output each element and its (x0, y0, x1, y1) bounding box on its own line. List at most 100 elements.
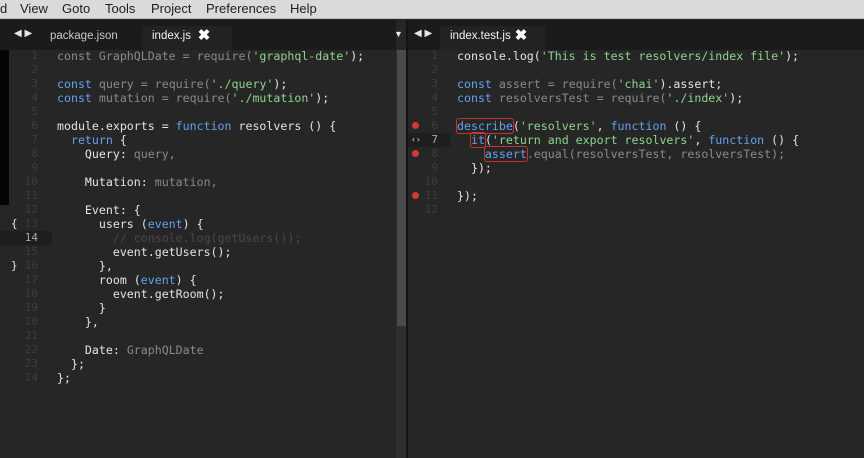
fold-icon[interactable]: ‹› (411, 133, 421, 147)
menu-item-project[interactable]: Project (151, 0, 191, 19)
line-number: 24 (24, 371, 38, 384)
menu-item-preferences[interactable]: Preferences (206, 0, 276, 19)
code-line[interactable]: describe('resolvers', function () { (456, 118, 702, 134)
tab-label: index.test.js (450, 30, 511, 42)
menu-item-view[interactable]: View (20, 0, 48, 19)
code-token: ); (315, 91, 330, 105)
tab-nav-arrows[interactable]: ◀ ▶ (14, 20, 32, 50)
code-line[interactable]: assert.equal(resolversTest, resolversTes… (457, 146, 786, 162)
code-token: GraphQLDate (126, 343, 204, 357)
code-token: .equal(resolversTest, resolversTest); (526, 147, 786, 161)
code-token: ( (484, 133, 492, 147)
code-token: const (57, 77, 92, 91)
fold-icon[interactable]: { (11, 217, 18, 231)
breakpoint-icon[interactable] (412, 150, 419, 157)
code-token: resolversTest = (491, 91, 611, 105)
code-line[interactable]: console.log('This is test resolvers/inde… (457, 50, 799, 63)
code-token: ( (512, 119, 520, 133)
code-line[interactable]: const query = require('./query'); (57, 77, 287, 91)
code-token: , (694, 133, 709, 147)
code-line[interactable]: return { (57, 133, 127, 147)
code-area[interactable]: const GraphQLDate = require('graphql-dat… (57, 50, 396, 458)
code-token: }); (457, 189, 478, 203)
code-token: ).assert; (659, 77, 723, 91)
code-line[interactable]: }, (57, 315, 99, 329)
code-line[interactable]: const assert = require('chai').assert; (457, 77, 722, 91)
code-line[interactable]: }; (57, 357, 85, 371)
code-token: Date: (57, 343, 127, 357)
code-line[interactable]: }, (57, 259, 113, 273)
code-line[interactable]: }); (457, 189, 478, 203)
code-token: { (112, 133, 127, 147)
line-number: 12 (24, 203, 38, 216)
code-area[interactable]: console.log('This is test resolvers/inde… (456, 50, 864, 458)
code-line[interactable]: Mutation: mutation, (57, 175, 218, 189)
menu-item-file[interactable]: d (0, 0, 7, 19)
menu-item-tools[interactable]: Tools (105, 0, 135, 19)
code-line[interactable]: Query: query, (57, 147, 176, 161)
code-token: ); (350, 50, 365, 63)
code-token: const (457, 77, 492, 91)
editor-pane-left[interactable]: 1 2 3 4 5 6 7 8 9 10 11 12 13 14 15 16 17 18 19 20 21 22 23 24 … (0, 50, 396, 458)
code-line[interactable]: const mutation = require('./mutation'); (57, 91, 329, 105)
menu-item-goto[interactable]: Goto (62, 0, 90, 19)
code-line[interactable]: room (event) { (57, 273, 197, 287)
code-token: './mutation' (231, 91, 316, 105)
line-number: 11 (24, 189, 38, 202)
code-line[interactable]: module.exports = function resolvers () { (57, 119, 336, 133)
code-line[interactable]: Event: { (57, 203, 141, 217)
code-token: function (175, 119, 232, 133)
code-line[interactable]: Date: GraphQLDate (57, 343, 204, 357)
code-line[interactable]: } (57, 301, 106, 315)
close-icon[interactable]: ✖ (197, 28, 211, 44)
code-line[interactable]: }; (57, 371, 71, 385)
code-token: event.getUsers(); (57, 245, 232, 259)
code-token: mutation = (91, 91, 176, 105)
line-number: 9 (31, 161, 38, 174)
chevron-down-icon[interactable]: ▼ (394, 20, 403, 50)
line-number-gutter: 1 2 3 4 5 6 7 8 9 10 11 12 ‹› (408, 50, 450, 458)
fold-icon[interactable]: } (11, 259, 18, 273)
line-number: 9 (431, 161, 438, 174)
tab-index-js[interactable]: index.js ✖ (142, 26, 232, 50)
code-line[interactable]: event.getRoom(); (57, 287, 225, 301)
code-line[interactable]: users (event) { (57, 217, 204, 231)
code-token: './index' (666, 91, 730, 105)
code-line[interactable]: // console.log(getUsers()); (57, 231, 301, 245)
code-token: assert (483, 146, 528, 162)
tab-index-test-js[interactable]: index.test.js ✖ (440, 26, 545, 50)
code-token: } (57, 301, 106, 315)
code-token: query = (91, 77, 155, 91)
code-line[interactable]: const resolversTest = require('./index')… (457, 91, 743, 105)
line-number: 16 (24, 259, 38, 272)
menu-item-help[interactable]: Help (290, 0, 317, 19)
code-line[interactable]: it('return and export resolvers', functi… (457, 132, 799, 148)
code-token: }; (57, 357, 85, 371)
right-tabbar: ▼ ◀ ▶ index.test.js ✖ (394, 20, 864, 50)
code-token: ); (273, 77, 288, 91)
code-token: event (147, 217, 183, 231)
tab-nav-arrows[interactable]: ◀ ▶ (414, 20, 432, 50)
line-number: 19 (24, 301, 38, 314)
code-token: // console.log(getUsers()); (57, 231, 302, 245)
code-line[interactable]: }); (457, 161, 492, 175)
editor-pane-right[interactable]: 1 2 3 4 5 6 7 8 9 10 11 12 ‹› console.log('This is t… (408, 50, 864, 458)
code-token: query, (133, 147, 176, 161)
left-tabbar: ◀ ▶ package.json index.js ✖ (0, 20, 396, 50)
code-token: () { (666, 119, 702, 133)
line-number: 23 (24, 357, 38, 370)
breakpoint-icon[interactable] (412, 122, 419, 129)
code-token: './query' (210, 77, 274, 91)
line-number: 8 (31, 147, 38, 160)
code-token: console.log( (457, 50, 541, 63)
tab-package-json[interactable]: package.json (40, 26, 135, 50)
line-number: 15 (24, 245, 38, 258)
close-icon[interactable]: ✖ (514, 28, 528, 44)
code-line[interactable]: const GraphQLDate = require('graphql-dat… (57, 50, 364, 63)
code-token: Query: (57, 147, 134, 161)
code-token: ) { (182, 217, 204, 231)
breakpoint-icon[interactable] (412, 192, 419, 199)
code-token: Event: { (57, 203, 141, 217)
code-token: ); (729, 91, 744, 105)
code-line[interactable]: event.getUsers(); (57, 245, 232, 259)
